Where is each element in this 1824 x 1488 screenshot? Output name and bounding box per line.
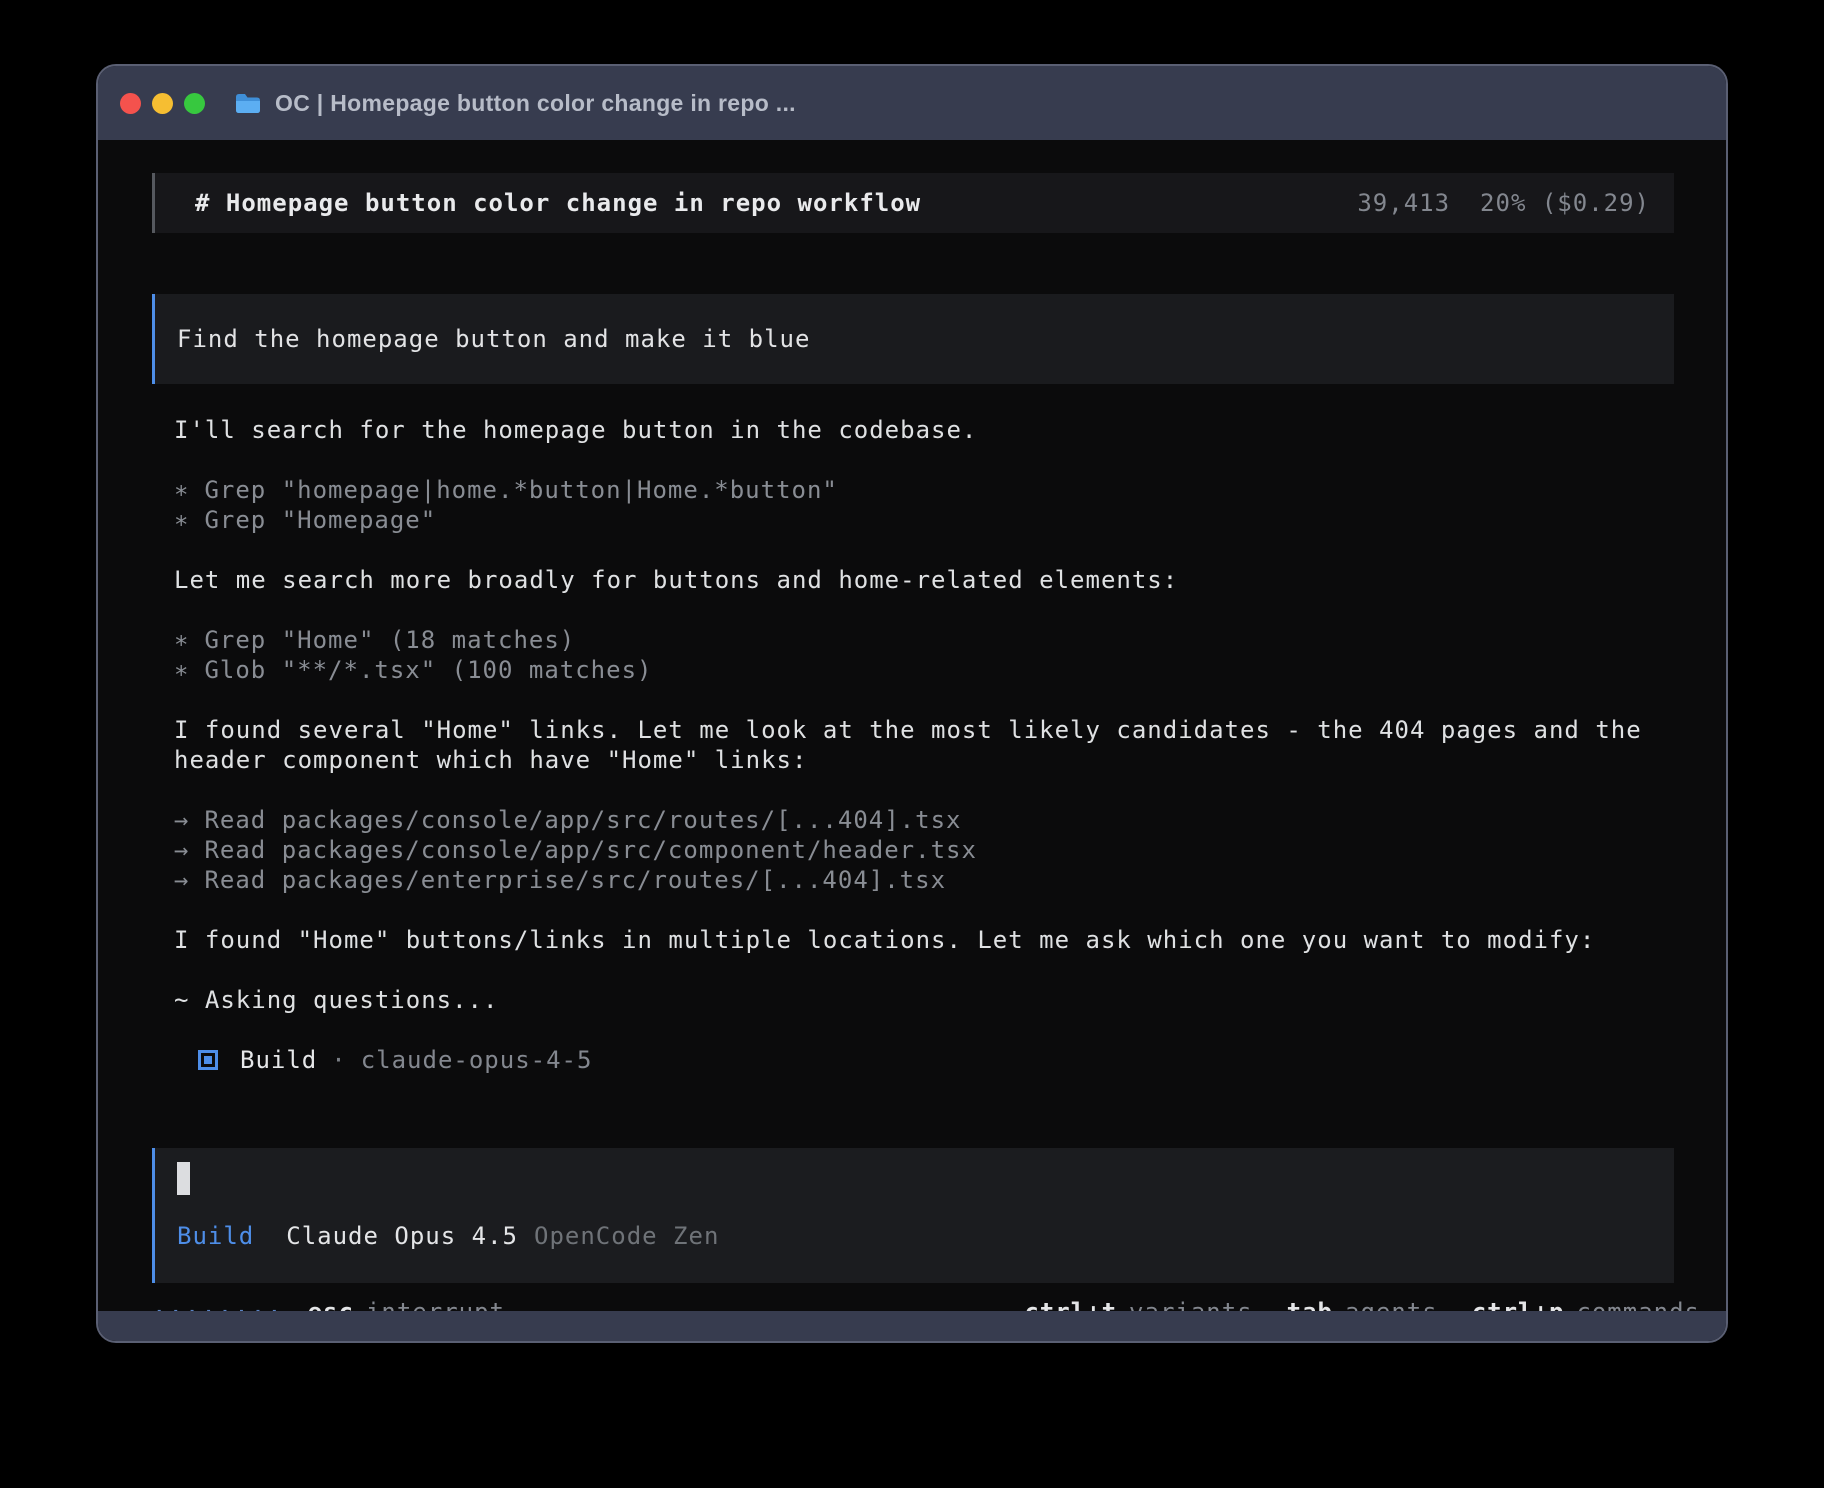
tool-call-text: Read packages/console/app/src/component/… [204,836,976,864]
tool-call-group: ∗ Grep "homepage|home.*button|Home.*butto… [174,475,1674,535]
provider-label: OpenCode Zen [534,1221,719,1251]
assistant-text: I found "Home" buttons/links in multiple… [174,925,1674,955]
tool-call-text: Grep "homepage|home.*button|Home.*button… [204,476,837,504]
shortcut-key: ctrl+p [1472,1297,1565,1311]
session-title: # Homepage button color change in repo w… [195,188,921,218]
working-status: ~ Asking questions... [174,985,1674,1015]
arrow-right-icon: → [174,805,189,835]
tool-call-group: → Read packages/console/app/src/routes/[.… [174,805,1674,895]
assistant-text: I'll search for the homepage button in t… [174,415,1674,445]
asterisk-icon: ∗ [174,655,189,685]
window-bottom-strip [98,1311,1726,1341]
tool-call: ∗ Grep "Home" (18 matches) [174,625,1674,655]
arrow-right-icon: → [174,865,189,895]
user-message: Find the homepage button and make it blu… [152,294,1674,384]
shortcut-label: commands [1576,1297,1700,1311]
agent-model: claude-opus-4-5 [361,1045,593,1075]
tool-call: → Read packages/console/app/src/routes/[.… [174,805,1674,835]
minimize-button[interactable] [152,93,173,114]
folder-icon [235,93,261,114]
status-bar-right: ctrl+t variants tab agents ctrl+p comman… [990,1297,1700,1311]
tool-call-group: ∗ Grep "Home" (18 matches) ∗ Glob "**/*.ts… [174,625,1674,685]
traffic-lights [120,93,205,114]
tool-call-text: Read packages/console/app/src/routes/[..… [204,806,961,834]
asterisk-icon: ∗ [174,625,189,655]
terminal-content: # Homepage button color change in repo w… [98,140,1726,1311]
shortcut-agents: tab agents [1287,1297,1438,1311]
text-cursor [177,1162,190,1195]
shortcut-variants: ctrl+t variants [1024,1297,1252,1311]
tool-call-text: Read packages/enterprise/src/routes/[...… [204,866,946,894]
window-title: OC | Homepage button color change in rep… [275,90,796,117]
tool-call-text: Glob "**/*.tsx" (100 matches) [204,656,652,684]
token-count: 39,413 [1357,188,1450,218]
esc-key-hint: esc [308,1297,354,1311]
tool-call: ∗ Glob "**/*.tsx" (100 matches) [174,655,1674,685]
tool-call: → Read packages/console/app/src/component… [174,835,1674,865]
terminal-window: OC | Homepage button color change in rep… [96,64,1728,1343]
arrow-right-icon: → [174,835,189,865]
asterisk-icon: ∗ [174,475,189,505]
zoom-button[interactable] [184,93,205,114]
esc-key-label: interrupt [366,1297,505,1311]
assistant-response: I'll search for the homepage button in t… [174,415,1674,1105]
shortcut-key: tab [1287,1297,1333,1311]
agent-separator-icon: · [331,1045,346,1075]
tool-call: → Read packages/enterprise/src/routes/[..… [174,865,1674,895]
spinner-dots-icon: ········ [152,1297,284,1311]
shortcut-commands: ctrl+p commands [1472,1297,1700,1311]
input-modeline: Build Claude Opus 4.5 OpenCode Zen [177,1221,1650,1251]
tool-call: ∗ Grep "homepage|home.*button|Home.*butto… [174,475,1674,505]
assistant-text: I found several "Home" links. Let me loo… [174,715,1674,775]
shortcut-label: agents [1345,1297,1438,1311]
model-label: Claude Opus 4.5 [286,1221,518,1251]
status-bar-left: ········ esc interrupt [152,1297,505,1311]
tool-call-text: Grep "Home" (18 matches) [204,626,575,654]
window-titlebar[interactable]: OC | Homepage button color change in rep… [98,66,1726,140]
agent-badge: Build · claude-opus-4-5 [174,1045,1674,1075]
tool-call-text: Grep "Homepage" [204,506,436,534]
shortcut-key: ctrl+t [1024,1297,1117,1311]
build-agent-icon [198,1050,218,1070]
session-stats: 39,413 20% ($0.29) [1357,188,1650,218]
status-bar: ········ esc interrupt ctrl+t variants t… [152,1297,1700,1311]
context-usage: 20% ($0.29) [1480,188,1650,218]
prompt-input[interactable]: Build Claude Opus 4.5 OpenCode Zen [152,1148,1674,1283]
mode-label: Build [177,1221,254,1251]
session-header: # Homepage button color change in repo w… [152,173,1674,233]
tool-call: ∗ Grep "Homepage" [174,505,1674,535]
agent-name: Build [240,1045,317,1075]
close-button[interactable] [120,93,141,114]
shortcut-label: variants [1129,1297,1253,1311]
user-message-text: Find the homepage button and make it blu… [177,325,810,353]
assistant-text: Let me search more broadly for buttons a… [174,565,1674,595]
asterisk-icon: ∗ [174,505,189,535]
